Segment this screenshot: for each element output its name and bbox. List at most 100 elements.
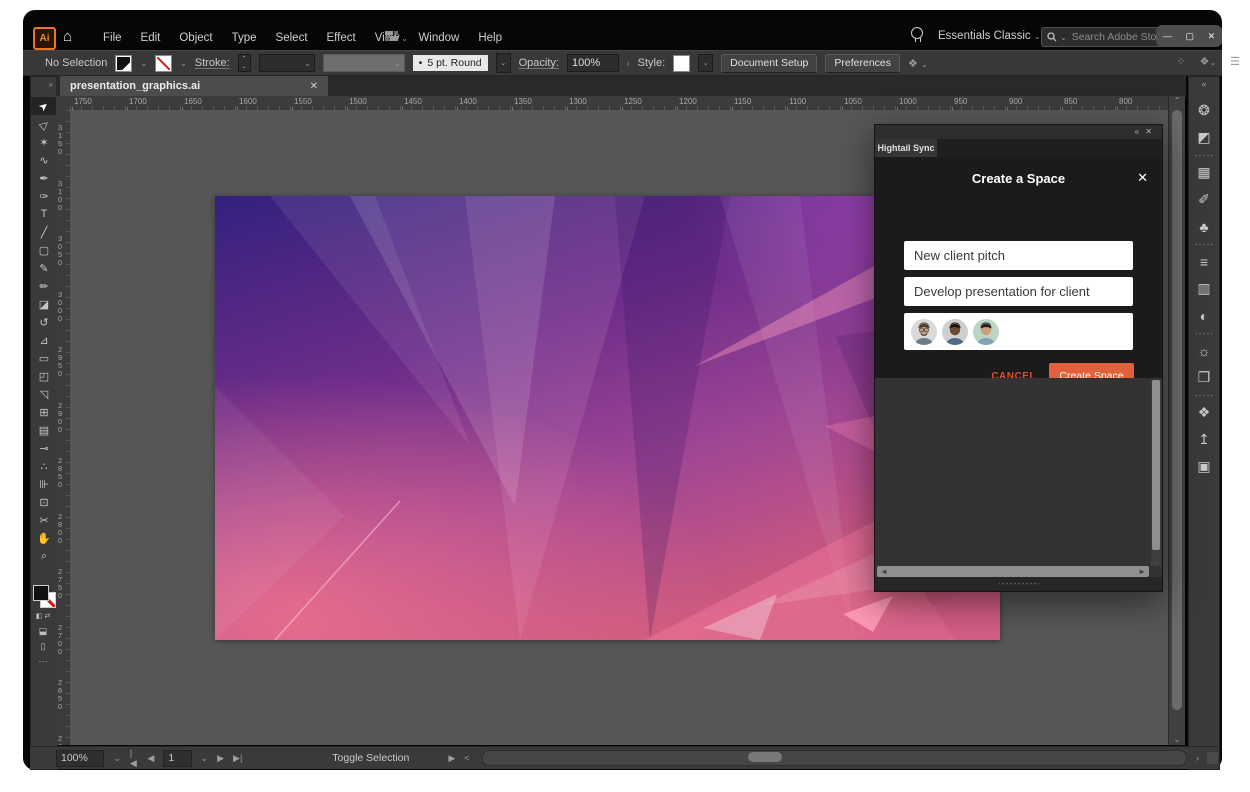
first-artboard-icon[interactable]: |◀ (130, 748, 138, 769)
mesh-tool[interactable]: ⊞ (31, 403, 57, 421)
edit-toolbar-icon[interactable]: ··· (30, 656, 56, 666)
perspective-grid-tool[interactable]: ◹ (31, 385, 57, 403)
document-setup-button[interactable]: Document Setup (721, 54, 817, 73)
stroke-weight-stepper[interactable]: ⌃⌄ (238, 54, 251, 72)
next-artboard-icon[interactable]: ▶ (217, 753, 224, 764)
fill-color-swatch[interactable] (115, 55, 132, 72)
scroll-down-icon[interactable]: ⌄ (1152, 558, 1160, 566)
scroll-left-icon[interactable]: < (464, 753, 469, 763)
slice-tool[interactable]: ✂ (31, 511, 57, 529)
scroll-left-icon[interactable]: ◄ (880, 567, 888, 576)
shaper-tool[interactable]: ✏ (31, 277, 57, 295)
collaborator-avatar[interactable] (911, 319, 937, 345)
swatches-panel[interactable]: ▦ (1189, 159, 1219, 186)
scroll-right-icon[interactable]: › (1196, 753, 1199, 763)
space-name-input[interactable] (904, 241, 1133, 270)
hand-tool[interactable]: ✋ (31, 529, 57, 547)
style-chevron[interactable]: ⌄ (698, 54, 713, 72)
brush-definition-dropdown[interactable]: •5 pt. Round (413, 55, 488, 71)
fill-swatch[interactable] (33, 585, 49, 601)
panel-horizontal-scrollbar[interactable]: ◄ ► (877, 566, 1149, 577)
scrollbar-thumb[interactable] (748, 752, 782, 762)
chevron-down-icon[interactable]: ⌄ (140, 59, 147, 68)
menu-select[interactable]: Select (276, 32, 308, 44)
default-swap-swatch-icons[interactable]: ◧ ⇄ (30, 612, 56, 620)
prev-artboard-icon[interactable]: ◀ (147, 753, 154, 764)
transparency-panel[interactable]: ◐ (1189, 302, 1219, 329)
zoom-tool[interactable]: ⌕ (31, 547, 57, 565)
scroll-down-icon[interactable]: ⌄ (1169, 735, 1185, 744)
close-button[interactable]: ✕ (1208, 31, 1216, 42)
appearance-panel[interactable]: ☼ (1189, 337, 1219, 364)
brush-chevron[interactable]: ⌄ (496, 53, 511, 73)
tab-close-icon[interactable]: ✕ (310, 81, 318, 92)
panel-resize-grip[interactable] (875, 577, 1162, 590)
column-graph-tool[interactable]: ⊪ (31, 475, 57, 493)
symbols-panel[interactable]: ♣ (1189, 213, 1219, 240)
artboard-tool[interactable]: ⊡ (31, 493, 57, 511)
magic-wand-tool[interactable]: ✶ (31, 133, 57, 151)
curvature-tool[interactable]: ✑ (31, 187, 57, 205)
collaborators-field[interactable] (904, 313, 1133, 350)
status-options-icon[interactable]: ▶ (448, 753, 455, 764)
chevron-right-icon[interactable]: › (627, 59, 630, 68)
symbol-sprayer-tool[interactable]: ∴ (31, 457, 57, 475)
chevron-down-icon[interactable]: ⌄ (180, 59, 187, 68)
stroke-panel[interactable]: ≡ (1189, 248, 1219, 275)
document-tab[interactable]: presentation_graphics.ai ✕ (60, 76, 328, 96)
maximize-button[interactable]: ▢ (1185, 31, 1194, 42)
panel-close-icon[interactable]: ✕ (1145, 127, 1154, 136)
zoom-dropdown-icon[interactable]: ⌄ (113, 753, 121, 764)
artboard-number[interactable]: 1 (163, 750, 191, 767)
screen-mode-icon[interactable]: ▯ (30, 641, 56, 652)
gradient-tool[interactable]: ▤ (31, 421, 57, 439)
dialog-close-icon[interactable]: ✕ (1137, 170, 1148, 186)
stroke-color-swatch[interactable] (155, 55, 172, 72)
menu-type[interactable]: Type (232, 32, 257, 44)
tools-collapse-icon[interactable]: » (31, 77, 57, 97)
free-transform-tool[interactable]: ▭ (31, 349, 57, 367)
canvas-vertical-scrollbar[interactable]: ⌃ ⌄ (1168, 96, 1185, 745)
stroke-label[interactable]: Stroke: (195, 57, 230, 69)
zoom-level[interactable]: 100% (56, 750, 104, 767)
opacity-value[interactable]: 100% (567, 54, 619, 72)
menu-help[interactable]: Help (478, 32, 502, 44)
type-tool[interactable]: T (31, 205, 57, 223)
arrange-documents-icon[interactable]: ⌄ (385, 31, 408, 44)
eraser-tool[interactable]: ◪ (31, 295, 57, 313)
shape-builder-tool[interactable]: ◰ (31, 367, 57, 385)
scroll-up-icon[interactable]: ⌃ (1174, 96, 1181, 105)
scrollbar-thumb[interactable] (1152, 380, 1160, 550)
variable-width-profile-dropdown[interactable]: ⌄ (323, 54, 405, 72)
panel-flow-icon[interactable]: ❖ ⌄ (908, 57, 928, 70)
scale-tool[interactable]: ⊿ (31, 331, 57, 349)
line-segment-tool[interactable]: ╱ (31, 223, 57, 241)
workspace-switcher[interactable]: Essentials Classic ⌄ (938, 30, 1041, 42)
artboard-dropdown-icon[interactable]: ⌄ (201, 753, 209, 764)
home-icon[interactable]: ⌂ (63, 28, 72, 45)
collaborator-avatar[interactable] (942, 319, 968, 345)
paintbrush-tool[interactable]: ✎ (31, 259, 57, 277)
style-swatch[interactable] (673, 55, 690, 72)
selection-tool[interactable]: ➤ (31, 97, 57, 115)
menu-edit[interactable]: Edit (141, 32, 161, 44)
menu-list-icon[interactable]: ☰ (1230, 55, 1240, 68)
gradient-panel[interactable]: ▥ (1189, 275, 1219, 302)
workspace-flow-icon[interactable]: ❖⌄ (1200, 55, 1217, 68)
color-guide-panel[interactable]: ◩ (1189, 124, 1219, 151)
menu-object[interactable]: Object (179, 32, 212, 44)
collaborator-avatar[interactable] (973, 319, 999, 345)
lasso-tool[interactable]: ∿ (31, 151, 57, 169)
layers-panel[interactable]: ❖ (1189, 399, 1219, 426)
menu-effect[interactable]: Effect (327, 32, 356, 44)
select-similar-icon[interactable]: ⁘ (1176, 55, 1185, 68)
menu-window[interactable]: Window (418, 32, 459, 44)
space-description-input[interactable] (904, 277, 1133, 306)
panels-collapse-icon[interactable]: « (1189, 77, 1219, 97)
asset-export-panel[interactable]: ↥ (1189, 426, 1219, 453)
artboards-panel[interactable]: ▣ (1189, 453, 1219, 480)
scroll-right-icon[interactable]: ► (1138, 567, 1146, 576)
eyedropper-tool[interactable]: ⊸ (31, 439, 57, 457)
fill-stroke-control[interactable] (33, 585, 55, 607)
panel-vertical-scrollbar[interactable]: ⌄ (1151, 380, 1161, 566)
